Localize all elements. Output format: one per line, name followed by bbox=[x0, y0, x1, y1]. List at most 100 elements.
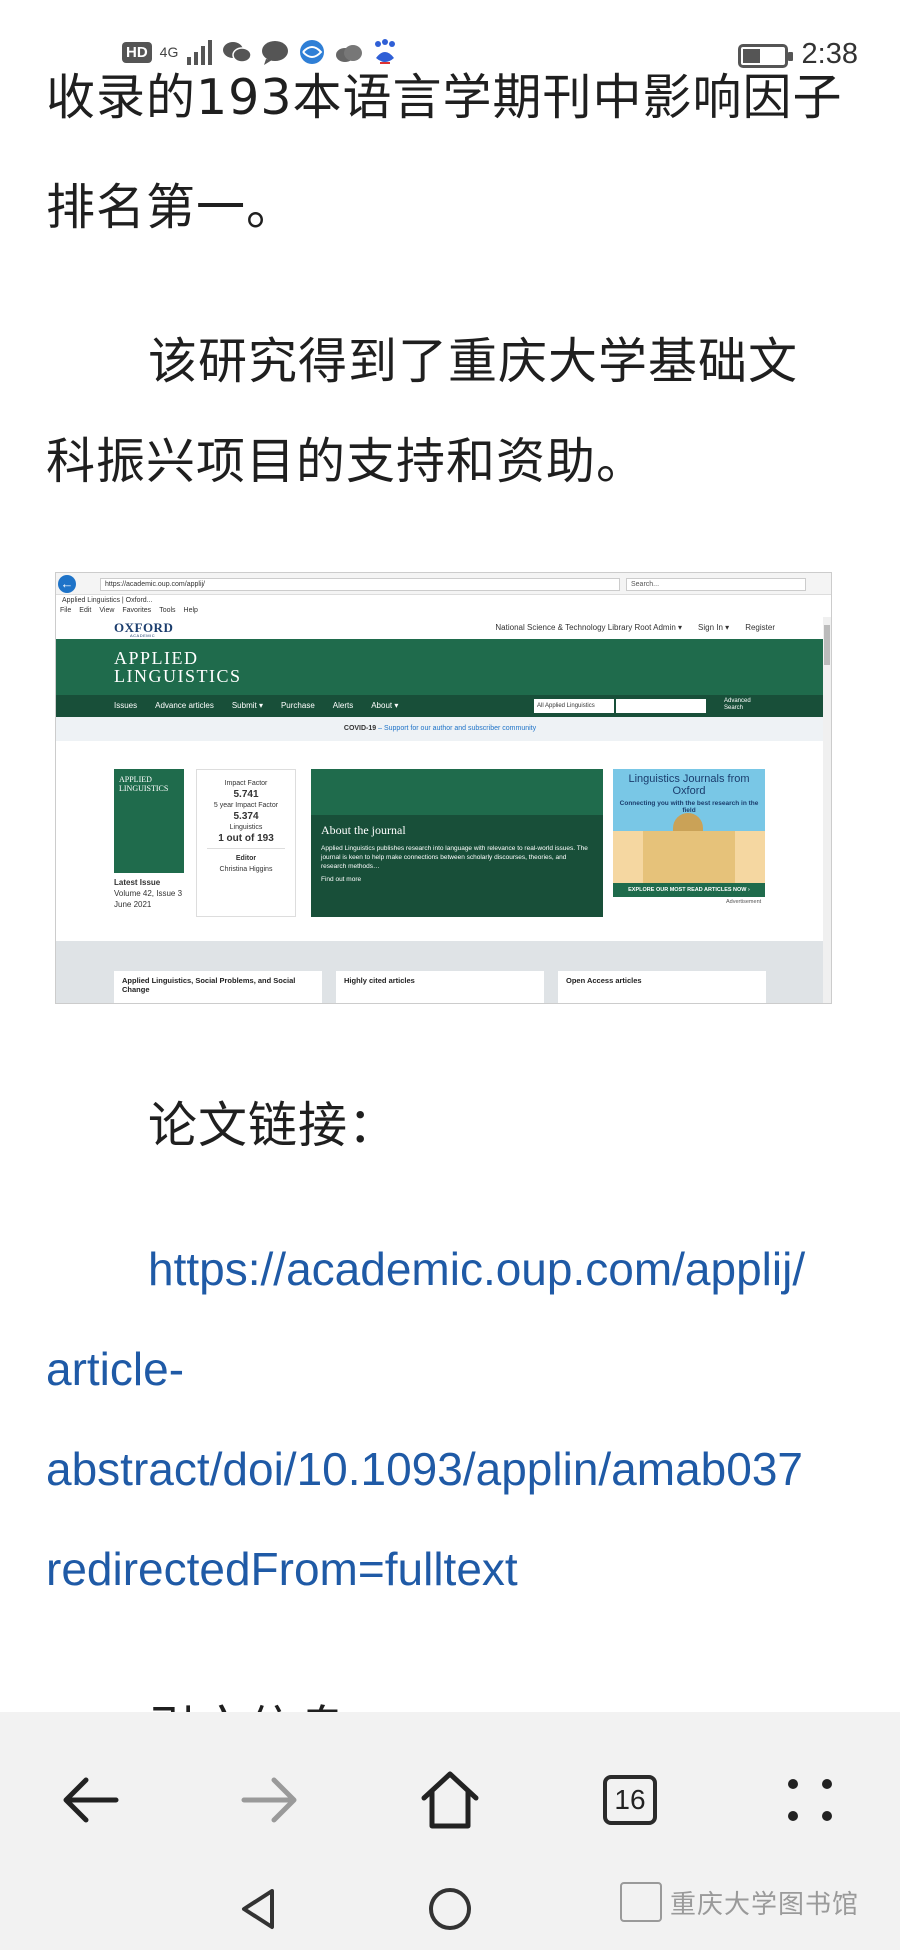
menu-item: View bbox=[99, 607, 115, 614]
browser-icon bbox=[300, 40, 325, 64]
five-year-label: 5 year Impact Factor bbox=[213, 802, 279, 809]
latest-issue: Latest Issue Volume 42, Issue 3 June 202… bbox=[114, 877, 182, 910]
article-text-line: 排名第一。 bbox=[46, 179, 297, 236]
battery-icon bbox=[738, 44, 793, 68]
tab-count: 16 bbox=[603, 1775, 657, 1825]
browser-address-bar: ← https://academic.oup.com/applij/ Searc… bbox=[56, 573, 831, 595]
category-label: Linguistics bbox=[229, 824, 263, 831]
triangle-back-icon bbox=[242, 1889, 274, 1929]
network-type: 4G bbox=[159, 44, 179, 60]
latest-issue-label: Latest Issue bbox=[114, 878, 161, 887]
journal-nav-item: About ▾ bbox=[371, 701, 399, 710]
rank-value: 1 out of 193 bbox=[218, 833, 274, 844]
status-icons: HD 4G bbox=[122, 38, 398, 66]
about-text: Applied Linguistics publishes research i… bbox=[321, 845, 588, 870]
search-scope-select: All Applied Linguistics bbox=[534, 699, 614, 713]
clock: 2:38 bbox=[801, 38, 858, 70]
system-home-button[interactable] bbox=[410, 1874, 490, 1944]
impact-factor-label: Impact Factor bbox=[224, 780, 268, 787]
wechat-icon bbox=[223, 42, 253, 63]
featured-card: Open Access articles bbox=[558, 971, 766, 1003]
article-paragraph-line: 该研究得到了重庆大学基础文 bbox=[148, 333, 799, 390]
journal-title: APPLIED LINGUISTICS bbox=[114, 648, 242, 686]
journal-nav-item: Advance articles bbox=[155, 701, 214, 710]
editor-label: Editor bbox=[235, 855, 257, 862]
back-arrow-icon: ← bbox=[58, 575, 76, 593]
find-out-more-link: Find out more bbox=[321, 876, 362, 883]
watermark-text: 重庆大学图书馆 bbox=[670, 1889, 860, 1920]
arrow-right-icon bbox=[241, 1777, 297, 1823]
status-bar: HD 4G 2:38 bbox=[0, 0, 900, 70]
arrow-left-icon bbox=[63, 1777, 119, 1823]
citation-heading: 引文信息： bbox=[148, 1690, 398, 1712]
tabs-button[interactable]: 16 bbox=[580, 1750, 680, 1850]
library-watermark: 重庆大学图书馆 bbox=[620, 1882, 859, 1922]
ad-title: Linguistics Journals from Oxford bbox=[628, 773, 750, 797]
menu-item: Help bbox=[183, 607, 198, 614]
home-button[interactable] bbox=[400, 1750, 500, 1850]
system-back-button[interactable] bbox=[218, 1874, 298, 1944]
paper-link[interactable]: https://academic.oup.com/applij/ bbox=[148, 1242, 805, 1296]
baidu-icon bbox=[375, 39, 396, 64]
paper-link[interactable]: abstract/doi/10.1093/applin/amab037 bbox=[46, 1442, 803, 1496]
advertisement-label: Advertisement bbox=[726, 899, 762, 905]
library-logo-icon bbox=[620, 1882, 662, 1922]
building-illustration bbox=[643, 831, 735, 883]
oxford-logo-sub: ACADEMIC bbox=[130, 633, 156, 638]
hd-icon: HD bbox=[122, 41, 152, 63]
editor-name: Christina Higgins bbox=[219, 866, 273, 873]
site-header: OXFORD ACADEMIC National Science & Techn… bbox=[56, 617, 831, 639]
advertisement-banner: Linguistics Journals from Oxford Connect… bbox=[613, 769, 765, 897]
paper-link[interactable]: redirectedFrom=fulltext bbox=[46, 1542, 518, 1596]
browser-menu: File Edit View Favorites Tools Help bbox=[58, 607, 198, 614]
ad-cta: EXPLORE OUR MOST READ ARTICLES NOW › bbox=[613, 883, 765, 897]
covid-link: – Support for our author and subscriber … bbox=[376, 725, 537, 732]
advanced-search-link: Advanced Search bbox=[724, 698, 751, 711]
browser-tab: Applied Linguistics | Oxford... bbox=[58, 595, 218, 607]
journal-nav-item: Issues bbox=[114, 701, 138, 710]
browser-search-field: Search... bbox=[626, 578, 806, 591]
paper-link[interactable]: article- bbox=[46, 1342, 184, 1396]
link-heading: 论文链接： bbox=[148, 1097, 399, 1154]
featured-card: Applied Linguistics, Social Problems, an… bbox=[114, 971, 322, 1003]
featured-cards-band: Applied Linguistics, Social Problems, an… bbox=[56, 941, 824, 1003]
menu-item: Tools bbox=[159, 607, 176, 614]
more-dots-icon bbox=[788, 1779, 832, 1821]
article-content: 收录的193本语言学期刊中影响因子 排名第一。 该研究得到了重庆大学基础文 科振… bbox=[0, 0, 900, 1712]
more-menu-button[interactable] bbox=[760, 1750, 860, 1850]
system-navigation-bar: 重庆大学图书馆 bbox=[0, 1862, 900, 1950]
journal-nav-item: Alerts bbox=[332, 701, 354, 710]
site-header-links: National Science & Technology Library Ro… bbox=[495, 623, 775, 632]
journal-website-screenshot: ← https://academic.oup.com/applij/ Searc… bbox=[55, 572, 832, 1004]
address-field: https://academic.oup.com/applij/ bbox=[100, 578, 620, 591]
about-title: About the journal bbox=[321, 823, 406, 837]
back-button[interactable] bbox=[40, 1750, 140, 1850]
home-icon bbox=[421, 1771, 479, 1829]
forward-button[interactable] bbox=[220, 1750, 320, 1850]
journal-search-input bbox=[616, 699, 706, 713]
journal-banner: APPLIED LINGUISTICS bbox=[56, 639, 824, 695]
article-paragraph-line: 科振兴项目的支持和资助。 bbox=[46, 433, 647, 490]
covid-notice: COVID-19 – Support for our author and su… bbox=[56, 717, 824, 741]
message-icon bbox=[262, 41, 289, 65]
cloud-icon bbox=[336, 45, 363, 62]
five-year-value: 5.374 bbox=[233, 811, 259, 822]
header-link: Sign In ▾ bbox=[698, 623, 730, 632]
impact-factor-box: Impact Factor 5.741 5 year Impact Factor… bbox=[196, 769, 296, 917]
header-link: Register bbox=[745, 623, 775, 632]
ad-subtitle: Connecting you with the best research in… bbox=[619, 800, 759, 814]
menu-item: File bbox=[60, 607, 72, 614]
latest-issue-volume: Volume 42, Issue 3 bbox=[114, 889, 183, 898]
menu-item: Favorites bbox=[122, 607, 152, 614]
impact-factor-value: 5.741 bbox=[233, 789, 259, 800]
latest-issue-date: June 2021 bbox=[114, 900, 152, 909]
browser-toolbar: 16 重庆大学图书馆 bbox=[0, 1712, 900, 1950]
page-scrollbar bbox=[823, 617, 831, 1003]
signal-icon bbox=[187, 40, 213, 65]
about-journal-panel: About the journal Applied Linguistics pu… bbox=[311, 769, 603, 917]
menu-item: Edit bbox=[79, 607, 92, 614]
journal-nav: Issues Advance articles Submit ▾ Purchas… bbox=[56, 695, 824, 717]
journal-nav-item: Purchase bbox=[280, 701, 315, 710]
journal-cover: APPLIED LINGUISTICS bbox=[114, 769, 184, 873]
circle-home-icon bbox=[429, 1888, 471, 1930]
